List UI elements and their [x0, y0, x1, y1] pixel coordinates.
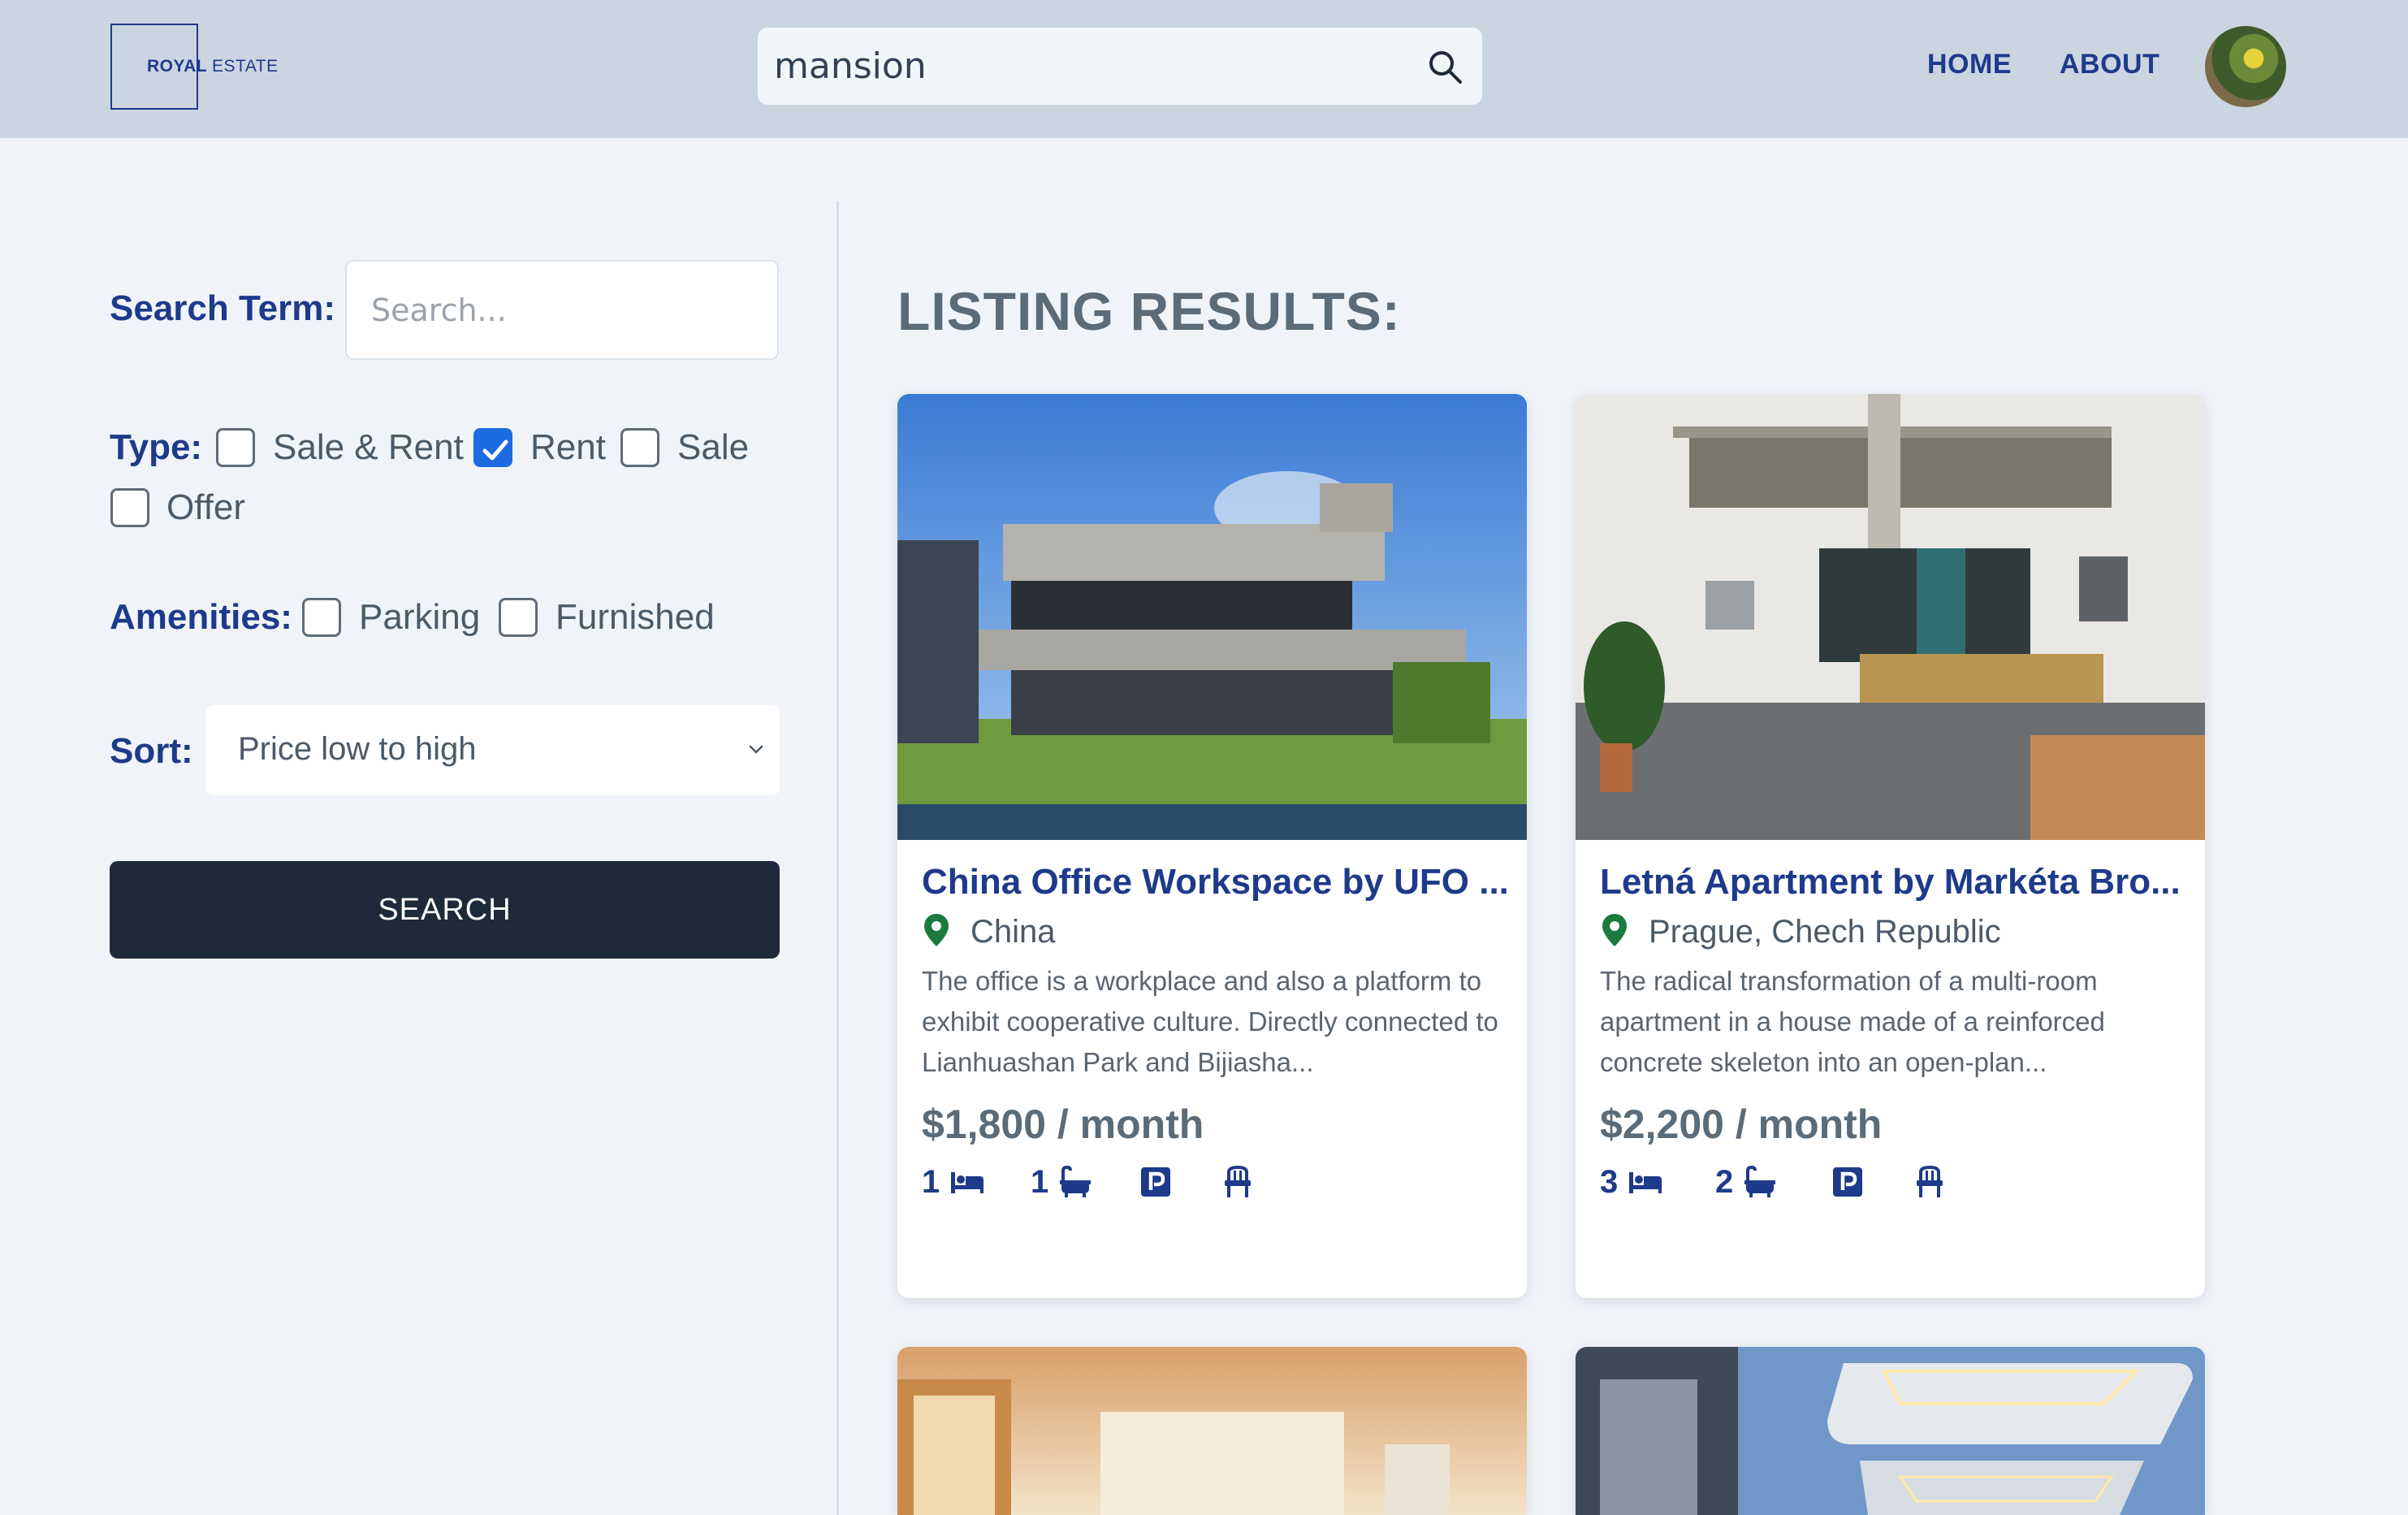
- location-pin-icon: [924, 914, 949, 946]
- listing-location: China: [971, 914, 1056, 950]
- checkbox-parking[interactable]: [302, 598, 341, 637]
- listing-furnished: [1914, 1162, 1945, 1202]
- bath-icon: [1060, 1166, 1092, 1197]
- header-search-bar: [758, 28, 1482, 105]
- listing-title[interactable]: China Office Workspace by UFO ...: [922, 862, 1507, 903]
- checkbox-sale-rent-label[interactable]: Sale & Rent: [273, 427, 464, 468]
- baths-count: 2: [1715, 1163, 1734, 1200]
- top-header: ROYAL ESTATE HOME ABOUT: [0, 0, 2408, 138]
- nav-home-link[interactable]: HOME: [1927, 49, 2012, 80]
- listing-baths: 1: [1031, 1162, 1092, 1202]
- checkbox-offer[interactable]: [110, 488, 149, 527]
- beds-count: 3: [1600, 1163, 1619, 1200]
- type-label: Type:: [110, 427, 203, 467]
- chevron-down-icon: [749, 745, 763, 754]
- listing-image[interactable]: [1576, 394, 2205, 840]
- listing-card[interactable]: [897, 1347, 1527, 1515]
- listing-image[interactable]: [1576, 1347, 2205, 1515]
- listing-image[interactable]: [897, 1347, 1527, 1515]
- sort-selected-value: Price low to high: [238, 731, 477, 767]
- sort-label: Sort:: [110, 731, 193, 771]
- logo-text[interactable]: ROYAL ESTATE: [147, 57, 279, 76]
- sort-select[interactable]: Price low to high: [205, 705, 780, 795]
- user-avatar[interactable]: [2205, 26, 2286, 107]
- checkbox-rent[interactable]: [473, 428, 512, 467]
- checkbox-parking-label[interactable]: Parking: [359, 597, 480, 638]
- checkbox-furnished[interactable]: [499, 598, 538, 637]
- chair-icon: [1225, 1166, 1251, 1197]
- baths-count: 1: [1031, 1163, 1049, 1200]
- search-term-field: [345, 260, 779, 360]
- listing-image[interactable]: [897, 394, 1527, 840]
- listing-baths: 2: [1715, 1162, 1777, 1202]
- search-term-label: Search Term:: [110, 288, 335, 328]
- checkbox-offer-label[interactable]: Offer: [166, 487, 245, 528]
- listing-card[interactable]: China Office Workspace by UFO ... China …: [897, 394, 1527, 1298]
- listing-description: The radical transformation of a multi-ro…: [1600, 966, 2105, 1077]
- listing-furnished: [1222, 1162, 1253, 1202]
- amenities-label: Amenities:: [110, 597, 292, 637]
- beds-count: 1: [922, 1163, 940, 1200]
- listing-results-title: LISTING RESULTS:: [897, 281, 1401, 341]
- listing-title[interactable]: Letná Apartment by Markéta Bro...: [1600, 862, 2185, 903]
- checkbox-sale-rent[interactable]: [216, 428, 255, 467]
- parking-icon: [1141, 1167, 1170, 1197]
- listing-beds: 1: [922, 1162, 985, 1202]
- bath-icon: [1744, 1166, 1776, 1197]
- checkbox-rent-label[interactable]: Rent: [530, 427, 606, 468]
- search-icon[interactable]: [1425, 47, 1464, 86]
- listing-card[interactable]: [1576, 1347, 2205, 1515]
- listing-price: $2,200 / month: [1600, 1102, 1883, 1147]
- checkmark-icon: [482, 439, 508, 461]
- bed-icon: [1629, 1172, 1662, 1193]
- nav-about-link[interactable]: ABOUT: [2060, 49, 2159, 80]
- listing-parking: [1141, 1162, 1170, 1202]
- listing-parking: [1833, 1162, 1862, 1202]
- bed-icon: [951, 1172, 984, 1193]
- listing-location: Prague, Chech Republic: [1649, 914, 2001, 950]
- listing-beds: 3: [1600, 1162, 1663, 1202]
- listing-description: The office is a workplace and also a pla…: [922, 966, 1498, 1077]
- listing-card[interactable]: Letná Apartment by Markéta Bro... Prague…: [1576, 394, 2205, 1298]
- listing-price: $1,800 / month: [922, 1102, 1204, 1147]
- checkbox-sale-label[interactable]: Sale: [677, 427, 749, 468]
- sidebar-divider: [837, 201, 839, 1515]
- search-button[interactable]: SEARCH: [110, 861, 780, 959]
- checkbox-sale[interactable]: [620, 428, 659, 467]
- checkbox-furnished-label[interactable]: Furnished: [556, 597, 715, 638]
- location-pin-icon: [1602, 914, 1627, 946]
- parking-icon: [1833, 1167, 1862, 1197]
- header-search-input[interactable]: [774, 36, 1407, 97]
- chair-icon: [1917, 1166, 1943, 1197]
- search-term-input[interactable]: [347, 262, 777, 358]
